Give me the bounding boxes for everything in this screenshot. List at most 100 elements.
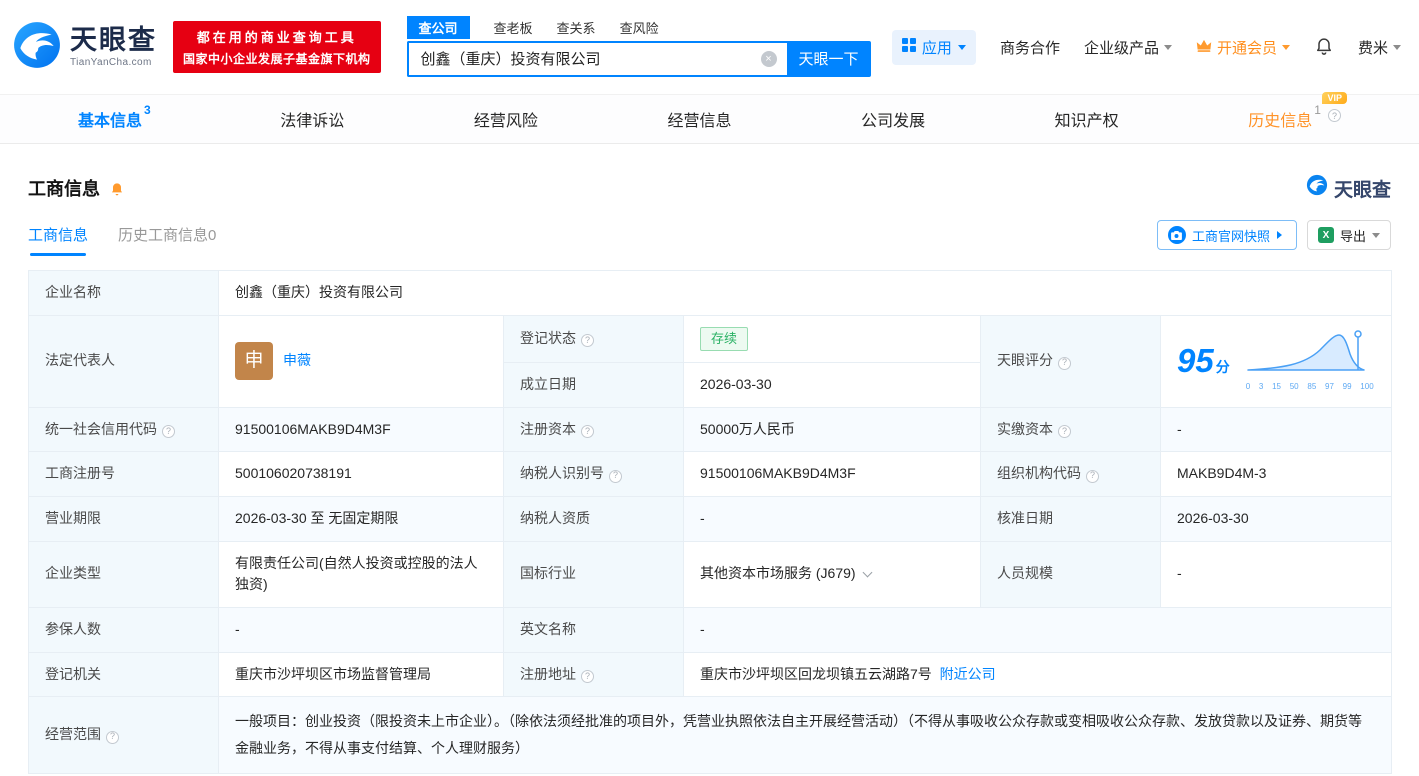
status-badge: 存续: [700, 327, 748, 351]
promo-banner-line2: 国家中小企业发展子基金旗下机构: [183, 50, 371, 67]
score-axis-labels: 031550859799100: [1246, 381, 1374, 393]
tab-basic-info[interactable]: 基本信息 3: [78, 107, 151, 131]
field-label: 营业期限: [29, 496, 219, 541]
tab-label: 历史信息: [1248, 107, 1312, 131]
menu-label: 企业级产品: [1084, 37, 1159, 58]
open-membership-link[interactable]: 开通会员: [1196, 37, 1290, 58]
help-icon[interactable]: ?: [581, 425, 594, 438]
help-icon[interactable]: ?: [1086, 470, 1099, 483]
legal-rep-avatar[interactable]: 申: [235, 342, 273, 380]
tianyancha-logo-icon: [1306, 174, 1328, 202]
reg-capital-value: 50000万人民币: [684, 407, 981, 452]
arrow-right-icon: [1277, 231, 1286, 239]
row-credit-code: 统一社会信用代码? 91500106MAKB9D4M3F 注册资本? 50000…: [29, 407, 1392, 452]
search-input[interactable]: [407, 41, 787, 77]
apps-menu[interactable]: 应用: [892, 30, 976, 65]
search-button[interactable]: 天眼一下: [787, 41, 871, 77]
brand-name: 天眼查: [70, 27, 157, 54]
brand-domain: TianYanCha.com: [70, 58, 157, 68]
legal-rep-link[interactable]: 申薇: [283, 350, 311, 372]
business-term-value: 2026-03-30 至 无固定期限: [219, 496, 504, 541]
row-reg-number: 工商注册号 500106020738191 纳税人识别号? 91500106MA…: [29, 452, 1392, 497]
subtab-row: 工商信息 历史工商信息0 工商官网快照 X 导出: [0, 206, 1419, 256]
help-icon[interactable]: ?: [1058, 425, 1071, 438]
field-label: 工商注册号: [29, 452, 219, 497]
search-row: × 天眼一下: [407, 41, 871, 77]
tab-intellectual-property[interactable]: 知识产权: [1055, 107, 1119, 131]
chevron-down-icon: [1164, 45, 1172, 54]
subtab-history-business-info[interactable]: 历史工商信息0: [118, 224, 216, 256]
apps-grid-icon: [902, 38, 916, 56]
field-label: 国标行业: [504, 541, 684, 607]
help-icon[interactable]: ?: [581, 670, 594, 683]
username: 费米: [1358, 37, 1388, 58]
promo-banner: 都在用的商业查询工具 国家中小企业发展子基金旗下机构: [173, 21, 381, 73]
field-label: 经营范围?: [29, 697, 219, 773]
tab-label: 公司发展: [861, 107, 925, 131]
field-label: 注册资本?: [504, 407, 684, 452]
bell-icon: [1314, 35, 1334, 59]
business-info-table: 企业名称 创鑫（重庆）投资有限公司 法定代表人 申 申薇 登记状态? 存续 天眼…: [28, 270, 1392, 774]
search-tab-risk[interactable]: 查风险: [620, 18, 659, 37]
row-company-type: 企业类型 有限责任公司(自然人投资或控股的法人独资) 国标行业 其他资本市场服务…: [29, 541, 1392, 607]
help-icon[interactable]: ?: [581, 334, 594, 347]
tab-label: 经营风险: [474, 107, 538, 131]
company-type-value: 有限责任公司(自然人投资或控股的法人独资): [219, 541, 504, 607]
field-label: 实缴资本?: [981, 407, 1161, 452]
help-icon[interactable]: ?: [106, 731, 119, 744]
top-menu: 应用 商务合作 企业级产品 开通会员: [892, 30, 1401, 65]
chevron-down-icon[interactable]: [862, 568, 872, 578]
tab-label: 知识产权: [1055, 107, 1119, 131]
tab-legal-proceedings[interactable]: 法律诉讼: [280, 107, 344, 131]
reg-authority-value: 重庆市沙坪坝区市场监督管理局: [219, 652, 504, 697]
field-label: 企业类型: [29, 541, 219, 607]
help-icon[interactable]: ?: [1058, 357, 1071, 370]
section-header: 工商信息 天眼查: [0, 144, 1419, 206]
search-tab-boss[interactable]: 查老板: [494, 18, 533, 37]
field-label: 组织机构代码?: [981, 452, 1161, 497]
nearby-companies-link[interactable]: 附近公司: [940, 666, 996, 682]
field-label: 成立日期: [504, 362, 684, 407]
export-button-label: 导出: [1340, 226, 1366, 245]
tab-history-info[interactable]: VIP 历史信息 1 ?: [1248, 107, 1341, 131]
help-icon[interactable]: ?: [609, 470, 622, 483]
field-label: 登记机关: [29, 652, 219, 697]
row-company-name: 企业名称 创鑫（重庆）投资有限公司: [29, 271, 1392, 316]
clear-search-icon[interactable]: ×: [761, 51, 777, 67]
menu-item-enterprise-products[interactable]: 企业级产品: [1084, 37, 1172, 58]
subscribe-bell-icon[interactable]: [109, 180, 125, 196]
tab-company-development[interactable]: 公司发展: [861, 107, 925, 131]
menu-item-business-cooperation[interactable]: 商务合作: [1000, 37, 1060, 58]
excel-icon: X: [1318, 227, 1334, 243]
search-tab-relation[interactable]: 查关系: [557, 18, 596, 37]
company-name-value: 创鑫（重庆）投资有限公司: [219, 271, 1392, 316]
paid-capital-value: -: [1161, 407, 1392, 452]
tab-label: 法律诉讼: [280, 107, 344, 131]
business-scope-value: 一般项目：创业投资（限投资未上市企业）。（除依法须经批准的项目外，凭营业执照依法…: [219, 697, 1392, 773]
section-title: 工商信息: [28, 175, 100, 201]
notifications-button[interactable]: [1314, 35, 1334, 59]
export-button[interactable]: X 导出: [1307, 220, 1391, 250]
tab-label: 经营信息: [667, 107, 731, 131]
section-watermark-logo: 天眼查: [1306, 174, 1391, 202]
subtab-business-info[interactable]: 工商信息: [28, 224, 88, 256]
chevron-down-icon: [1282, 45, 1290, 54]
field-label: 人员规模: [981, 541, 1161, 607]
user-account-menu[interactable]: 费米: [1358, 37, 1401, 58]
official-snapshot-button[interactable]: 工商官网快照: [1157, 220, 1297, 250]
search-tabs: 查公司 查老板 查关系 查风险: [407, 18, 871, 38]
search-tab-company[interactable]: 查公司: [407, 16, 470, 39]
field-label: 纳税人资质: [504, 496, 684, 541]
tianyancha-logo-icon: [12, 20, 62, 75]
english-name-value: -: [684, 607, 1392, 652]
tab-operating-risk[interactable]: 经营风险: [474, 107, 538, 131]
help-icon[interactable]: ?: [1328, 109, 1341, 122]
help-icon[interactable]: ?: [162, 425, 175, 438]
row-insured-count: 参保人数 - 英文名称 -: [29, 607, 1392, 652]
tab-operating-info[interactable]: 经营信息: [667, 107, 731, 131]
credit-code-value: 91500106MAKB9D4M3F: [219, 407, 504, 452]
chevron-down-icon: [1393, 45, 1401, 54]
reg-number-value: 500106020738191: [219, 452, 504, 497]
tianyancha-logo[interactable]: 天眼查 TianYanCha.com: [12, 20, 157, 75]
legal-rep-value: 申 申薇: [219, 315, 504, 407]
